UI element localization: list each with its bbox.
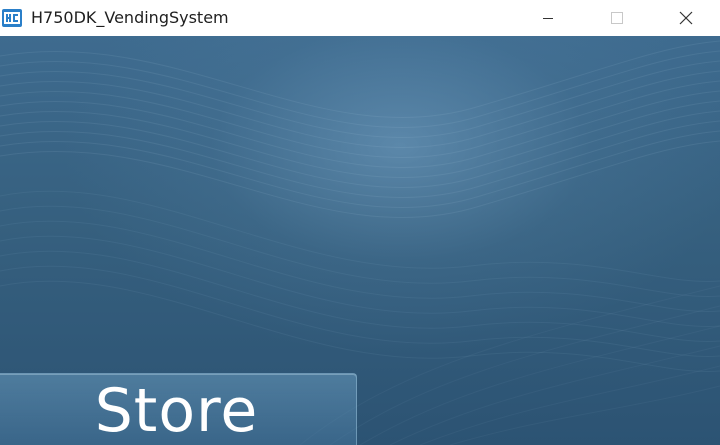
app-icon (2, 9, 22, 27)
app-window: H750DK_VendingSystem Store (0, 0, 720, 445)
minimize-button[interactable] (525, 0, 571, 36)
window-title: H750DK_VendingSystem (31, 8, 229, 27)
maximize-icon (611, 12, 623, 24)
main-area: Store (0, 36, 720, 445)
maximize-button[interactable] (594, 0, 640, 36)
store-button-label: Store (94, 376, 259, 445)
close-button[interactable] (663, 0, 709, 36)
minimize-icon (543, 18, 553, 19)
title-bar[interactable]: H750DK_VendingSystem (0, 0, 720, 36)
close-icon (679, 11, 693, 25)
store-button[interactable]: Store (0, 373, 357, 445)
